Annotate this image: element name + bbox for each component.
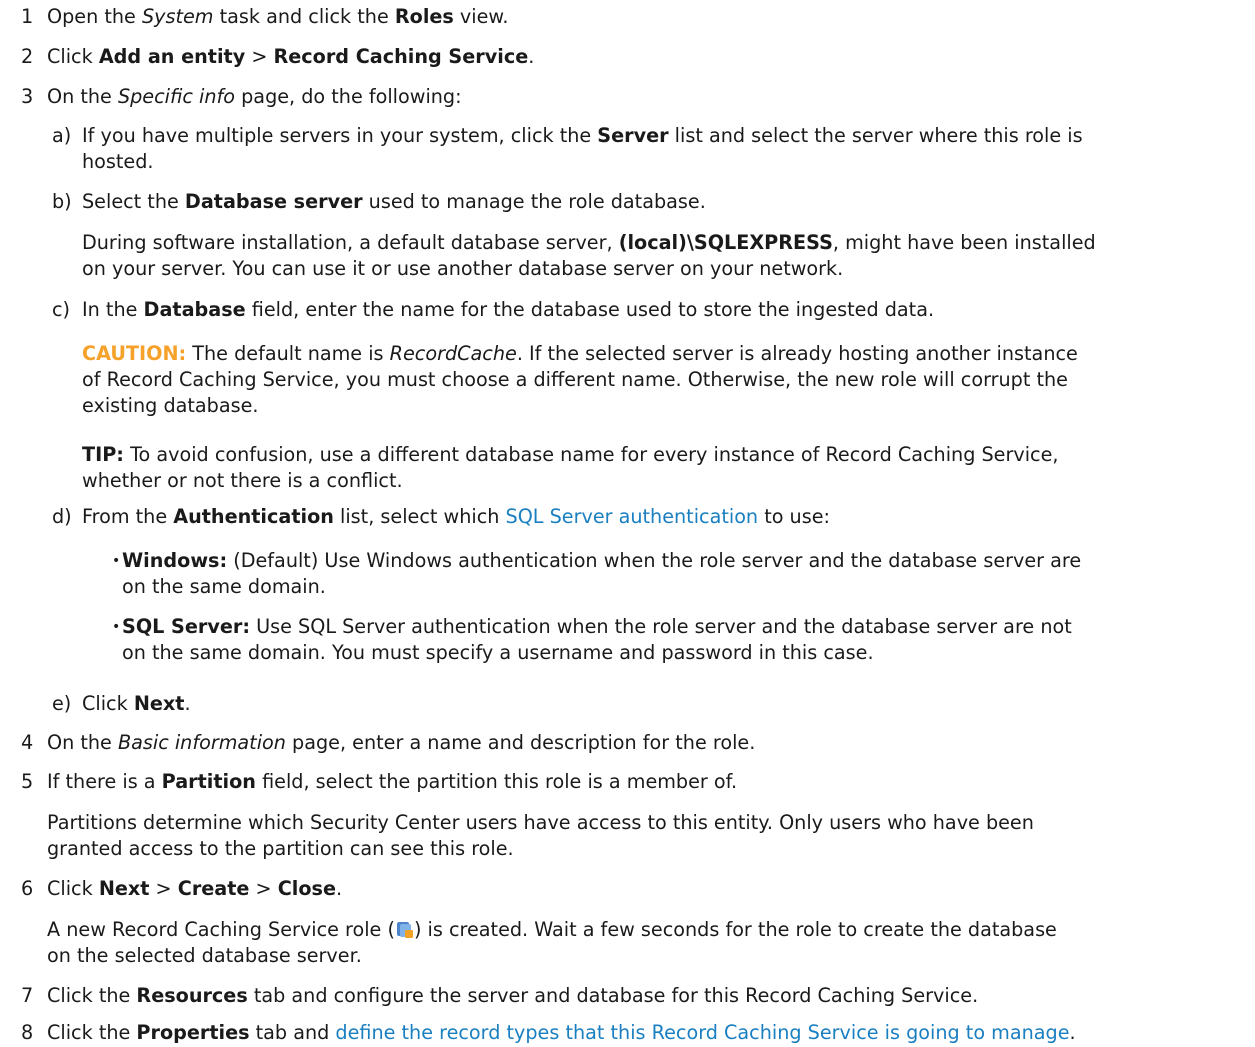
- substep-letter: a): [52, 124, 72, 147]
- step-number: 4: [21, 731, 34, 754]
- step-note-cont: on the selected database server.: [47, 944, 362, 967]
- step-number: 8: [21, 1021, 34, 1044]
- step-number: 2: [21, 45, 34, 68]
- step-note: Partitions determine which Security Cent…: [47, 811, 1034, 834]
- substep-text: In the Database field, enter the name fo…: [82, 298, 935, 321]
- substep-note: During software installation, a default …: [82, 231, 1096, 254]
- step-text: Open the System task and click the Roles…: [47, 5, 509, 28]
- step-note-cont: granted access to the partition can see …: [47, 837, 514, 860]
- step-text: Click the Properties tab and define the …: [47, 1021, 1076, 1044]
- procedure-page: 1 Open the System task and click the Rol…: [0, 0, 1255, 1044]
- step-text: Click Add an entity > Record Caching Ser…: [47, 45, 535, 68]
- step-number: 6: [21, 877, 34, 900]
- define-record-types-link[interactable]: define the record types that this Record…: [335, 1021, 1069, 1044]
- tip-label: TIP:: [82, 443, 124, 466]
- step-number: 7: [21, 984, 34, 1007]
- step-text: Click Next > Create > Close.: [47, 877, 343, 900]
- substep-text: Click Next.: [82, 692, 191, 715]
- step-text: On the Basic information page, enter a n…: [47, 731, 756, 754]
- bullet-icon: •: [112, 553, 121, 569]
- substep-letter: e): [52, 692, 72, 715]
- step-text: If there is a Partition field, select th…: [47, 770, 738, 793]
- step-text: Click the Resources tab and configure th…: [47, 984, 979, 1007]
- substep-note-cont: on your server. You can use it or use an…: [82, 257, 844, 280]
- caution-label: CAUTION:: [82, 342, 187, 365]
- substep-letter: d): [52, 505, 72, 528]
- step-number: 3: [21, 85, 34, 108]
- substep-text: If you have multiple servers in your sys…: [82, 124, 1083, 147]
- substep-text: From the Authentication list, select whi…: [82, 505, 830, 528]
- step-note: A new Record Caching Service role () is …: [47, 918, 1057, 941]
- bullet-icon: •: [112, 619, 121, 635]
- substep-text: Select the Database server used to manag…: [82, 190, 706, 213]
- substep-letter: c): [52, 298, 71, 321]
- step-number: 5: [21, 770, 34, 793]
- substep-letter: b): [52, 190, 72, 213]
- step-number: 1: [21, 5, 34, 28]
- sql-server-authentication-link[interactable]: SQL Server authentication: [506, 505, 759, 528]
- record-caching-service-role-icon: [396, 921, 413, 938]
- substep-text-cont: hosted.: [82, 150, 154, 173]
- step-text: On the Specific info page, do the follow…: [47, 85, 462, 108]
